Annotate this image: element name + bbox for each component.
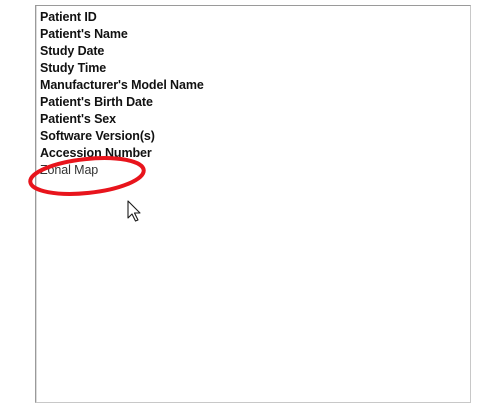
list-item-patients-birth-date[interactable]: Patient's Birth Date — [40, 94, 204, 111]
list-item-patient-id[interactable]: Patient ID — [40, 9, 204, 26]
arrow-cursor-icon — [127, 200, 141, 222]
list-item-study-date[interactable]: Study Date — [40, 43, 204, 60]
list-item-zonal-map[interactable]: Zonal Map — [40, 162, 204, 179]
list-item-software-versions[interactable]: Software Version(s) — [40, 128, 204, 145]
list-item-manufacturers-model-name[interactable]: Manufacturer's Model Name — [40, 77, 204, 94]
field-list: Patient ID Patient's Name Study Date Stu… — [40, 9, 204, 179]
list-item-study-time[interactable]: Study Time — [40, 60, 204, 77]
field-list-panel[interactable]: Patient ID Patient's Name Study Date Stu… — [35, 5, 471, 403]
list-item-accession-number[interactable]: Accession Number — [40, 145, 204, 162]
list-item-patients-name[interactable]: Patient's Name — [40, 26, 204, 43]
list-item-patients-sex[interactable]: Patient's Sex — [40, 111, 204, 128]
